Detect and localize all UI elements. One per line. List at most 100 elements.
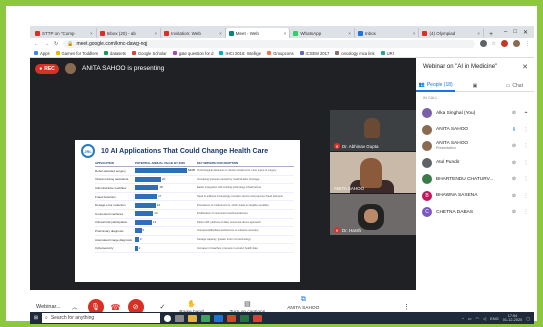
browser-tab[interactable]: Inbox (20) - ab ×: [97, 28, 162, 38]
hand-icon: ✋: [187, 300, 196, 308]
participant-row[interactable]: ANITA SAHOO Presentation ⊘ ⋮: [422, 138, 530, 155]
close-tab-icon[interactable]: ×: [155, 31, 158, 36]
tab-activities[interactable]: ▣: [455, 80, 494, 92]
slide-row: Cybersecurity 2 Increase in breaches; pres…: [95, 244, 294, 253]
close-tab-icon[interactable]: ×: [90, 31, 93, 36]
maximize-icon[interactable]: □: [513, 29, 517, 36]
close-tab-icon[interactable]: ×: [413, 31, 416, 36]
close-window-icon[interactable]: ✕: [523, 29, 528, 36]
browser-tab[interactable]: STTP on "Comp ×: [32, 28, 97, 38]
more-options-icon[interactable]: ⋮: [403, 303, 410, 311]
tab-chat[interactable]: ▭ Chat: [495, 80, 534, 92]
mic-off-icon[interactable]: ⊘: [510, 110, 518, 116]
address-bar-row: ← → ↻ 🔒 meet.google.com/kmc-dawg-nqj ☆ ⋮: [30, 38, 534, 49]
browser-tab[interactable]: Meet - Web ×: [225, 28, 291, 38]
participant-name-text: ANITA SAHOO: [436, 140, 469, 146]
tab-people[interactable]: 👥 People (18): [416, 80, 456, 92]
volume-icon[interactable]: ◁: [483, 316, 486, 321]
chrome-icon[interactable]: [201, 314, 210, 322]
excel-icon[interactable]: [240, 314, 249, 322]
more-options-icon[interactable]: ⋮: [522, 127, 530, 133]
participant-row[interactable]: BHARTENDU CHATURV... ⊘ ⋮: [422, 171, 530, 188]
tab-label: Inbox: [364, 30, 376, 36]
video-tile[interactable]: ✕ Dr. Harsh: [330, 194, 416, 235]
menu-icon[interactable]: ⋮: [525, 41, 530, 47]
slide-value-label: 14: [154, 211, 158, 216]
browser-tab[interactable]: (4) Olympiad ×: [419, 28, 485, 38]
bookmark-item[interactable]: ICSEM 2017: [299, 51, 329, 56]
video-tile[interactable]: ✕ Dr. Abhinav Gupta: [330, 110, 416, 151]
browser-tab[interactable]: WhatsApp ×: [290, 28, 355, 38]
clock[interactable]: 17:54 01-12-2020: [503, 314, 522, 322]
mic-on-icon[interactable]: ⦀: [510, 127, 518, 133]
forward-icon[interactable]: →: [44, 41, 49, 47]
reload-icon[interactable]: ↻: [54, 41, 58, 47]
bookmark-item[interactable]: URI: [380, 51, 394, 56]
minimize-icon[interactable]: –: [504, 29, 507, 36]
mic-off-icon[interactable]: ⊘: [510, 193, 518, 199]
participant-row[interactable]: ANITA SAHOO ⦀ ⋮: [422, 122, 530, 139]
new-tab-button[interactable]: +: [484, 31, 498, 38]
close-tab-icon[interactable]: ×: [348, 31, 351, 36]
pdf-reader-icon[interactable]: [253, 314, 262, 322]
chevron-up-icon[interactable]: ^: [462, 316, 464, 321]
word-icon[interactable]: [214, 314, 223, 322]
file-explorer-icon[interactable]: [188, 314, 197, 322]
more-options-icon[interactable]: ⋮: [522, 176, 530, 182]
profile-avatar[interactable]: [513, 40, 520, 47]
browser-tab[interactable]: Invitation: Web ×: [161, 28, 226, 38]
mic-off-icon[interactable]: ⊘: [510, 209, 518, 215]
chevron-up-icon[interactable]: ︿: [72, 303, 78, 311]
bookmark-item[interactable]: Google Scholar: [131, 51, 167, 56]
browser-tab[interactable]: Inbox ×: [355, 28, 420, 38]
close-icon[interactable]: ✕: [522, 63, 528, 71]
more-options-icon[interactable]: ⋮: [522, 209, 530, 215]
extension-icon[interactable]: [501, 40, 508, 47]
mic-off-icon[interactable]: ⊘: [510, 160, 518, 166]
windows-start-icon[interactable]: ⊞: [30, 315, 42, 321]
wifi-icon[interactable]: ◠: [476, 316, 480, 321]
tile-name: ✕ Dr. Harsh: [334, 227, 361, 233]
bookmark-icon: [380, 51, 385, 55]
taskbar-search[interactable]: ⌕ Search for anything: [42, 313, 160, 323]
bookmark-item[interactable]: oncology mca link: [335, 51, 375, 56]
task-view-icon[interactable]: [175, 314, 184, 322]
tile-name-text: Dr. Harsh: [342, 227, 362, 233]
slide-app-name: Virtual nursing assistants: [95, 177, 129, 182]
slide-app-name: Preliminary diagnosis: [95, 228, 124, 233]
tab-favicon-icon: [228, 30, 234, 36]
notifications-icon[interactable]: ▢: [526, 316, 530, 321]
more-options-icon[interactable]: ⋮: [522, 193, 530, 199]
meeting-details-button[interactable]: Webinar...: [36, 304, 72, 310]
participant-row[interactable]: Atul Pundir ⊘ ⋮: [422, 155, 530, 172]
close-tab-icon[interactable]: ×: [219, 31, 222, 36]
close-tab-icon[interactable]: ×: [284, 31, 287, 36]
participant-row[interactable]: C CHETNA DABAS ⊘ ⋮: [422, 204, 530, 221]
pin-icon[interactable]: ⌖: [522, 110, 530, 116]
bookmark-item[interactable]: datasets: [104, 51, 126, 56]
participant-row[interactable]: Alka Singhal (You) ⊘ ⌖: [422, 105, 530, 122]
cortana-icon[interactable]: [164, 314, 171, 322]
language-indicator[interactable]: ENG: [490, 316, 499, 321]
bookmark-star-icon[interactable]: ☆: [492, 41, 496, 47]
camera-icon[interactable]: [479, 40, 487, 47]
participant-row[interactable]: B BHAWNA SAXENA ⊘ ⋮: [422, 188, 530, 205]
mic-off-icon[interactable]: ⊘: [510, 143, 518, 149]
bookmark-item[interactable]: IHCI 2016: Intellige: [219, 51, 261, 56]
powerpoint-icon[interactable]: [227, 314, 236, 322]
tile-name: ANITA SAHOO: [334, 186, 364, 191]
bookmark-item[interactable]: Groupcons: [267, 51, 294, 56]
video-tile[interactable]: ANITA SAHOO: [330, 152, 416, 193]
battery-icon[interactable]: ▭: [468, 316, 472, 321]
bookmark-item[interactable]: gate question for d: [172, 51, 213, 56]
more-options-icon[interactable]: ⋮: [522, 160, 530, 166]
presenter-avatar: [65, 63, 76, 74]
mic-off-icon[interactable]: ⊘: [510, 176, 518, 182]
bookmark-item[interactable]: Games for Toddlers: [55, 51, 98, 56]
more-options-icon[interactable]: ⋮: [522, 143, 530, 149]
close-tab-icon[interactable]: ×: [477, 31, 480, 36]
url-field[interactable]: 🔒 meet.google.com/kmc-dawg-nqj: [63, 39, 475, 48]
bookmark-item[interactable]: Apps: [34, 51, 50, 56]
back-icon[interactable]: ←: [34, 41, 39, 47]
participant-name: ANITA SAHOO: [436, 127, 506, 133]
